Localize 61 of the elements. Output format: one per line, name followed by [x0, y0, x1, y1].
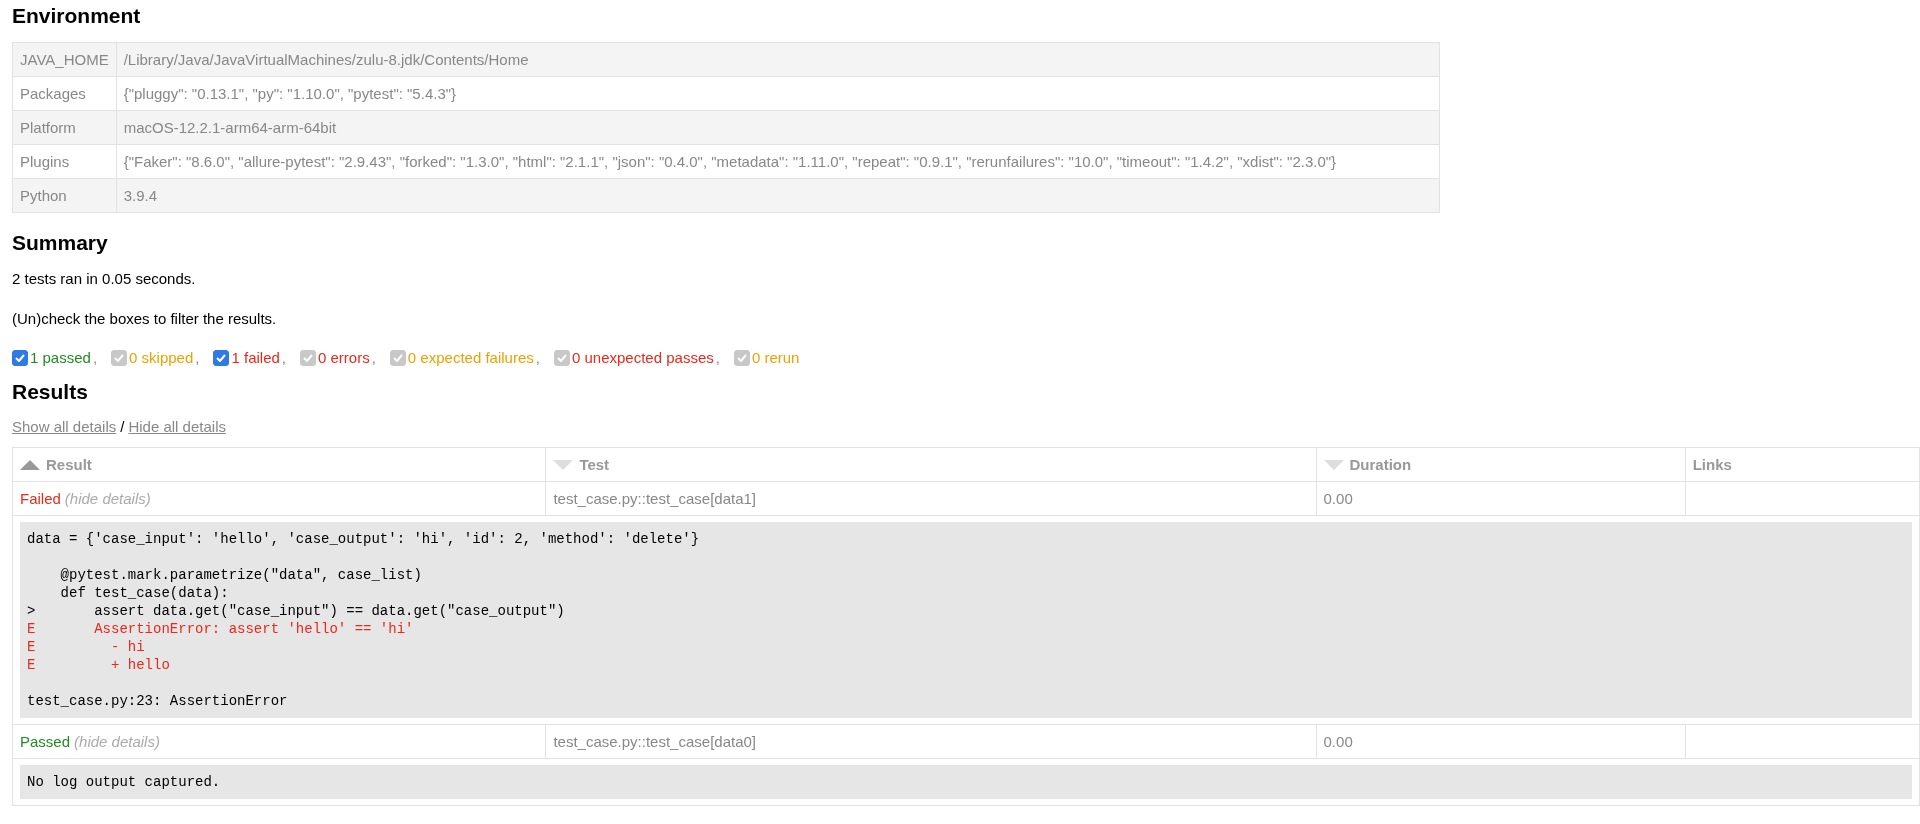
result-status: Passed [20, 733, 71, 750]
column-header[interactable]: Links [1685, 447, 1920, 482]
table-cell: Python [12, 178, 117, 213]
log-line: > assert data.get("case_input") == data.get("case_output") [27, 602, 566, 620]
result-status: Failed [20, 490, 61, 507]
separator: / [120, 418, 125, 435]
checkmark-icon [556, 353, 567, 362]
comma: , [715, 349, 720, 366]
log-line: No log output captured. [27, 773, 222, 791]
comma: , [371, 349, 376, 366]
hide-details-link[interactable]: (hide details) [74, 733, 160, 750]
filter-label: 0 unexpected passes [571, 349, 714, 366]
log-line: data = {'case_input': 'hello', 'case_output': 'hi', 'id': 2, 'method': 'delete'} [27, 530, 701, 548]
log-line: E + hello [27, 656, 171, 674]
filter-label: 1 failed [231, 349, 280, 366]
column-header[interactable]: Result [12, 447, 546, 482]
log-line: @pytest.mark.parametrize("data", case_list) [59, 566, 423, 584]
filter-label: 1 passed [30, 349, 91, 366]
filter-label: 0 expected failures [407, 349, 534, 366]
table-cell: test_case.py::test_case[data1] [545, 481, 1317, 516]
section-heading: Results [12, 380, 89, 404]
filter-checkbox[interactable] [213, 349, 230, 366]
log-line: test_case.py:23: AssertionError [27, 692, 289, 710]
filter-hint: (Un)check the boxes to filter the results. [12, 309, 278, 329]
table-cell: JAVA_HOME [12, 42, 117, 77]
filter-label: 0 skipped [129, 349, 194, 366]
table-cell: Plugins [12, 144, 117, 179]
comma: , [195, 349, 200, 366]
checkmark-icon [216, 353, 227, 362]
table-cell: {"Faker": "8.6.0", "allure-pytest": "2.9.43", "forked": "1.3.0", "html": "2.1.1", "json": "0.4.0", "metadata": "1.11.0", "repeat": "0.9.1", "rerunfailures": "10.0", "timeout": "1.4.2", "xdist": "2.3.0"} [116, 144, 1440, 179]
table-cell: {"pluggy": "0.13.1", "py": "1.10.0", "pytest": "5.4.3"} [116, 76, 1440, 111]
checkmark-icon [736, 353, 747, 362]
table-cell: 0.00 [1316, 724, 1686, 759]
table-cell: macOS-12.2.1-arm64-arm-64bit [116, 110, 1440, 145]
log-line: E AssertionError: assert 'hello' == 'hi' [27, 620, 415, 638]
table-cell: 3.9.4 [116, 178, 1440, 213]
log-line: def test_case(data): [59, 584, 230, 602]
table-cell: Platform [12, 110, 117, 145]
table-cell: 0.00 [1316, 481, 1686, 516]
hide-details-link[interactable]: (hide details) [64, 490, 151, 507]
table-cell: Packages [12, 76, 117, 111]
filter-label: 0 errors [318, 349, 370, 366]
filter-checkbox[interactable] [12, 349, 28, 366]
show-all-details-link[interactable]: Show all details [12, 418, 117, 435]
hide-all-details-link[interactable]: Hide all details [128, 418, 226, 435]
checkmark-icon [114, 353, 125, 362]
section-heading: Summary [12, 231, 109, 255]
filter-label: 0 rerun [751, 349, 800, 366]
comma: , [92, 349, 98, 366]
summary-text: 2 tests ran in 0.05 seconds. [12, 269, 197, 289]
section-heading: Environment [12, 4, 142, 28]
table-cell: test_case.py::test_case[data0] [545, 724, 1317, 759]
comma: , [281, 349, 286, 366]
checkmark-icon [392, 353, 403, 362]
log-line: E - hi [27, 638, 146, 656]
column-header[interactable]: Duration [1316, 447, 1686, 482]
checkmark-icon [15, 353, 25, 362]
table-cell: /Library/Java/JavaVirtualMachines/zulu-8.jdk/Contents/Home [116, 42, 1440, 77]
comma: , [535, 349, 540, 366]
checkmark-icon [303, 353, 313, 362]
column-header[interactable]: Test [545, 447, 1317, 482]
